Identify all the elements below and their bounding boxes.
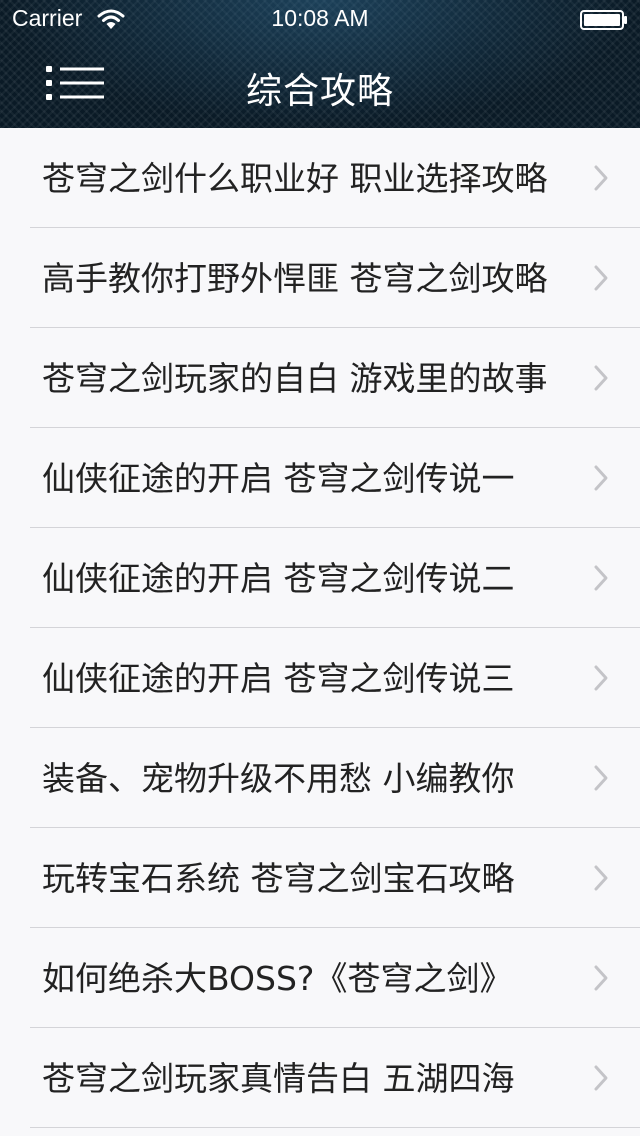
list-item[interactable]: 苍穹之剑什么职业好 职业选择攻略 <box>0 128 640 228</box>
article-list: 苍穹之剑什么职业好 职业选择攻略 高手教你打野外悍匪 苍穹之剑攻略 苍穹之剑玩家… <box>0 128 640 1128</box>
list-item[interactable]: 仙侠征途的开启 苍穹之剑传说三 <box>0 628 640 728</box>
list-item[interactable]: 苍穹之剑玩家的自白 游戏里的故事 <box>0 328 640 428</box>
list-item-title: 装备、宠物升级不用愁 小编教你 <box>42 759 515 798</box>
chevron-right-icon <box>594 1065 608 1091</box>
list-item[interactable]: 玩转宝石系统 苍穹之剑宝石攻略 <box>0 828 640 928</box>
list-item-title: 苍穹之剑玩家的自白 游戏里的故事 <box>42 359 548 398</box>
chevron-right-icon <box>594 265 608 291</box>
list-item[interactable]: 装备、宠物升级不用愁 小编教你 <box>0 728 640 828</box>
list-item-title: 玩转宝石系统 苍穹之剑宝石攻略 <box>42 859 515 898</box>
chevron-right-icon <box>594 165 608 191</box>
status-bar: Carrier 10:08 AM <box>0 0 640 40</box>
chevron-right-icon <box>594 365 608 391</box>
page-title: 综合攻略 <box>245 71 394 112</box>
list-item-title: 苍穹之剑什么职业好 职业选择攻略 <box>42 159 548 198</box>
list-item-title: 仙侠征途的开启 苍穹之剑传说三 <box>42 659 515 698</box>
list-item[interactable]: 如何绝杀大BOSS?《苍穹之剑》 <box>0 928 640 1028</box>
battery-icon <box>580 10 627 30</box>
list-item-title: 仙侠征途的开启 苍穹之剑传说一 <box>42 459 515 498</box>
list-item[interactable]: 高手教你打野外悍匪 苍穹之剑攻略 <box>0 228 640 328</box>
list-item-title: 苍穹之剑玩家真情告白 五湖四海 <box>42 1059 515 1098</box>
clock: 10:08 AM <box>271 5 369 31</box>
chevron-right-icon <box>594 565 608 591</box>
list-item-title: 高手教你打野外悍匪 苍穹之剑攻略 <box>42 259 548 298</box>
chevron-right-icon <box>594 865 608 891</box>
chevron-right-icon <box>594 665 608 691</box>
list-item-title: 仙侠征途的开启 苍穹之剑传说二 <box>42 559 515 598</box>
chevron-right-icon <box>594 465 608 491</box>
list-item[interactable]: 仙侠征途的开启 苍穹之剑传说一 <box>0 428 640 528</box>
list-item-title: 如何绝杀大BOSS?《苍穹之剑》 <box>42 959 513 998</box>
chevron-right-icon <box>594 965 608 991</box>
list-item[interactable]: 苍穹之剑玩家真情告白 五湖四海 <box>0 1028 640 1128</box>
top-bar: Carrier 10:08 AM 综合攻略 <box>0 0 640 128</box>
list-item[interactable]: 仙侠征途的开启 苍穹之剑传说二 <box>0 528 640 628</box>
navigation-bar: 综合攻略 <box>0 40 640 128</box>
chevron-right-icon <box>594 765 608 791</box>
